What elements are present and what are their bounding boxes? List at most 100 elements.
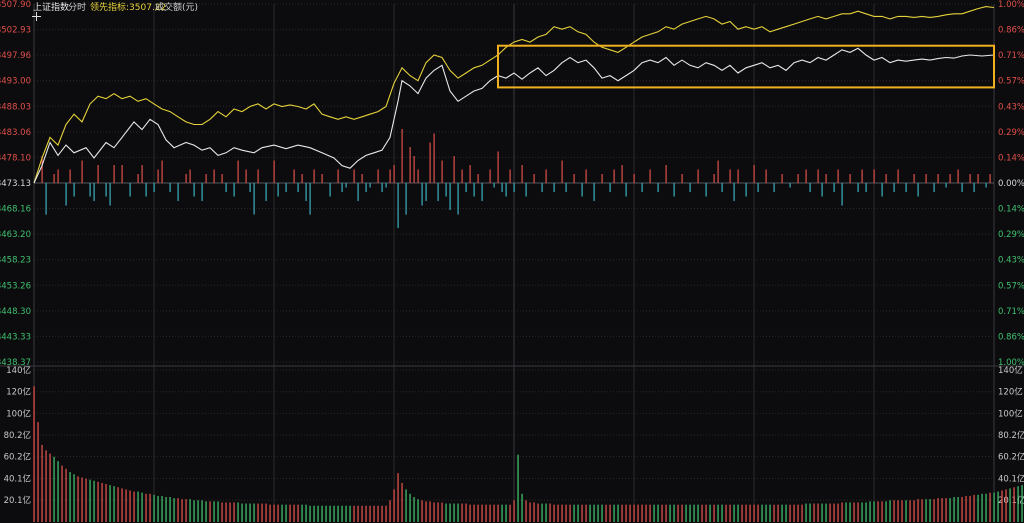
volume-bar	[245, 503, 247, 522]
volume-bar	[493, 504, 495, 522]
volume-bar	[201, 500, 203, 522]
volume-bar	[881, 501, 883, 522]
flow-bar	[745, 183, 747, 197]
volume-bar	[1005, 489, 1007, 522]
volume-bar	[37, 422, 39, 522]
crosshair-icon[interactable]	[32, 12, 41, 21]
volume-bar	[593, 504, 595, 522]
flow-bar	[345, 183, 347, 188]
flow-bar	[321, 174, 323, 184]
flow-bar	[885, 174, 887, 184]
flow-bar	[473, 183, 475, 197]
flow-bar	[937, 174, 939, 184]
volume-bar	[989, 492, 991, 522]
volume-bar	[89, 479, 91, 522]
volume-bar	[545, 503, 547, 522]
volume-bar	[417, 499, 419, 522]
chart-canvas[interactable]: 3507.901.00%3502.930.86%3497.960.71%3493…	[0, 0, 1024, 523]
volume-bar	[973, 494, 975, 522]
volume-bar	[165, 497, 167, 522]
volume-bar	[889, 500, 891, 522]
flow-bar	[841, 183, 843, 206]
volume-bar	[685, 504, 687, 522]
flow-bar	[413, 156, 415, 184]
volume-bar	[765, 504, 767, 522]
flow-bar	[521, 165, 523, 184]
volume-bar	[905, 500, 907, 522]
volume-bar	[953, 497, 955, 522]
volume-bar	[441, 502, 443, 522]
flow-bar	[857, 183, 859, 193]
y-tick-right: 0.71%	[998, 307, 1024, 317]
y-tick-left: 3453.26	[0, 281, 31, 291]
volume-bar	[137, 491, 139, 522]
flow-bar	[573, 174, 575, 184]
volume-bar	[241, 503, 243, 522]
volume-bar	[993, 492, 995, 522]
y-tick-right: 0.43%	[998, 102, 1024, 112]
volume-bar	[1001, 490, 1003, 522]
flow-bar	[881, 183, 883, 197]
y-tick-left: 3443.33	[0, 332, 31, 342]
time-share-chart[interactable]: 3507.901.00%3502.930.86%3497.960.71%3493…	[0, 0, 1024, 523]
volume-bar	[277, 504, 279, 522]
volume-bar	[81, 477, 83, 522]
volume-bar	[449, 503, 451, 522]
volume-bar	[625, 504, 627, 522]
y-tick-left: 3493.00	[0, 77, 31, 87]
flow-bar	[505, 183, 507, 197]
flow-bar	[805, 169, 807, 184]
flow-bar	[501, 183, 503, 193]
volume-bar	[825, 503, 827, 522]
mode-label[interactable]: 分时	[68, 0, 86, 16]
flow-bar	[717, 160, 719, 184]
flow-bar	[109, 183, 111, 206]
flow-bar	[393, 165, 395, 184]
flow-bar	[73, 183, 75, 197]
volume-bar	[569, 504, 571, 522]
volume-bar	[605, 504, 607, 522]
volume-bar	[481, 504, 483, 522]
volume-bar	[501, 504, 503, 522]
volume-bar	[629, 504, 631, 522]
y-tick-left: 3473.13	[0, 179, 31, 189]
flow-bar	[377, 169, 379, 184]
y-tick-left: 3458.23	[0, 256, 31, 266]
volume-bar	[849, 502, 851, 522]
volume-bar	[317, 505, 319, 522]
volume-bar	[921, 499, 923, 522]
flow-bar	[449, 183, 451, 211]
flow-bar	[441, 160, 443, 184]
volume-bar	[265, 503, 267, 522]
volume-bar	[345, 505, 347, 522]
flow-bar	[865, 183, 867, 193]
volume-bar	[793, 504, 795, 522]
flow-bar	[193, 183, 195, 197]
volume-bar	[269, 504, 271, 522]
volume-bar	[613, 504, 615, 522]
volume-bar	[541, 503, 543, 522]
y-tick-right: 0.86%	[998, 332, 1024, 342]
flow-bar	[773, 183, 775, 193]
volume-bar	[85, 478, 87, 522]
volume-bar	[405, 489, 407, 522]
vol-tick-right: 60.2亿	[998, 452, 1024, 463]
volume-bar	[381, 505, 383, 522]
volume-bar	[925, 499, 927, 522]
volume-bar	[741, 504, 743, 522]
volume-bar	[597, 504, 599, 522]
volume-bar	[249, 503, 251, 522]
flow-bar	[905, 183, 907, 193]
flow-bar	[409, 147, 411, 184]
volume-bar	[229, 502, 231, 522]
volume-bar	[121, 488, 123, 522]
flow-bar	[833, 183, 835, 193]
y-tick-right: 0.43%	[998, 256, 1024, 266]
volume-bar	[145, 493, 147, 522]
flow-bar	[237, 160, 239, 184]
flow-bar	[461, 169, 463, 184]
flow-bar	[329, 183, 331, 197]
flow-bar	[945, 183, 947, 188]
volume-bar	[1009, 488, 1011, 522]
flow-bar	[245, 169, 247, 184]
